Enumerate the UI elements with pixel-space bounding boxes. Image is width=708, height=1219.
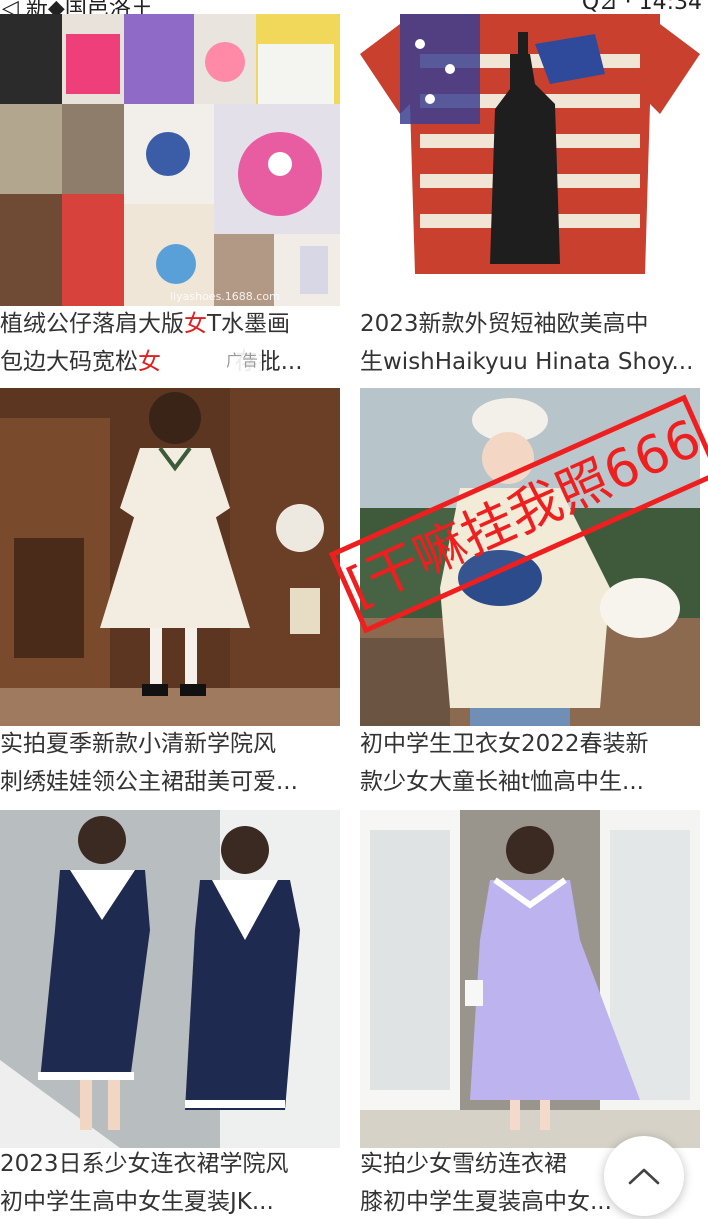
status-left-fragment: ◁ 新◆国邑洛王 (2, 0, 153, 14)
title-highlight: 女 (138, 349, 161, 375)
status-right-fragment: Q⊿ · 14:34 (581, 0, 702, 14)
collage-graphic: liyashoes.1688.com (0, 14, 340, 306)
collage-watermark-text: liyashoes.1688.com (170, 290, 280, 303)
ad-badge: 广告 (222, 350, 263, 372)
chevron-up-icon (628, 1168, 660, 1185)
dress-photo-graphic (0, 388, 340, 726)
product-title-line1[interactable]: 植绒公仔落肩大版女T水墨画 (0, 304, 340, 344)
status-bar: ◁ 新◆国邑洛王 Q⊿ · 14:34 (0, 0, 708, 14)
product-title-line2[interactable]: 刺绣娃娃领公主裙甜美可爱... (0, 762, 340, 800)
product-title-line1[interactable]: 实拍夏季新款小清新学院风 (0, 724, 340, 764)
product-title-line2[interactable]: 生wishHaikyuu Hinata Shoy... (360, 342, 700, 378)
title-segment: T水墨画 (207, 311, 291, 337)
product-image[interactable] (0, 388, 340, 726)
product-card[interactable]: 实拍夏季新款小清新学院风 刺绣娃娃领公主裙甜美可爱... (0, 388, 340, 800)
product-image[interactable]: liyashoes.1688.com (0, 14, 340, 306)
product-image[interactable] (360, 14, 700, 306)
tshirt-graphic (360, 14, 700, 274)
product-card[interactable]: liyashoes.1688.com 植绒公仔落肩大版女T水墨画 包边大码宽松女… (0, 14, 340, 378)
back-to-top-button[interactable] (604, 1136, 684, 1216)
product-card[interactable]: 2023新款外贸短袖欧美高中 生wishHaikyuu Hinata Shoy.… (360, 14, 700, 378)
product-title-line1[interactable]: 初中学生卫衣女2022春装新 (360, 724, 700, 764)
title-segment: 植绒公仔落肩大版 (0, 311, 184, 337)
title-segment: 包边大码宽松 (0, 349, 138, 375)
sailor-dress-photo-graphic (0, 810, 340, 1148)
product-card[interactable]: 2023日系少女连衣裙学院风 初中学生高中女生夏装JK... (0, 810, 340, 1219)
product-title-line2[interactable]: 包边大码宽松女 存批... (0, 342, 340, 378)
product-feed: ◁ 新◆国邑洛王 Q⊿ · 14:34 liyashoes.1688.com 植… (0, 0, 708, 1219)
product-title-line1[interactable]: 2023新款外贸短袖欧美高中 (360, 304, 700, 344)
product-title-line2[interactable]: 初中学生高中女生夏装JK... (0, 1182, 340, 1219)
product-image[interactable] (360, 810, 700, 1148)
product-title-line2[interactable]: 款少女大童长袖t恤高中生... (360, 762, 700, 800)
product-title-line1[interactable]: 2023日系少女连衣裙学院风 (0, 1144, 340, 1184)
title-highlight: 女 (184, 311, 207, 337)
product-image[interactable] (0, 810, 340, 1148)
chiffon-dress-photo-graphic (360, 810, 700, 1148)
